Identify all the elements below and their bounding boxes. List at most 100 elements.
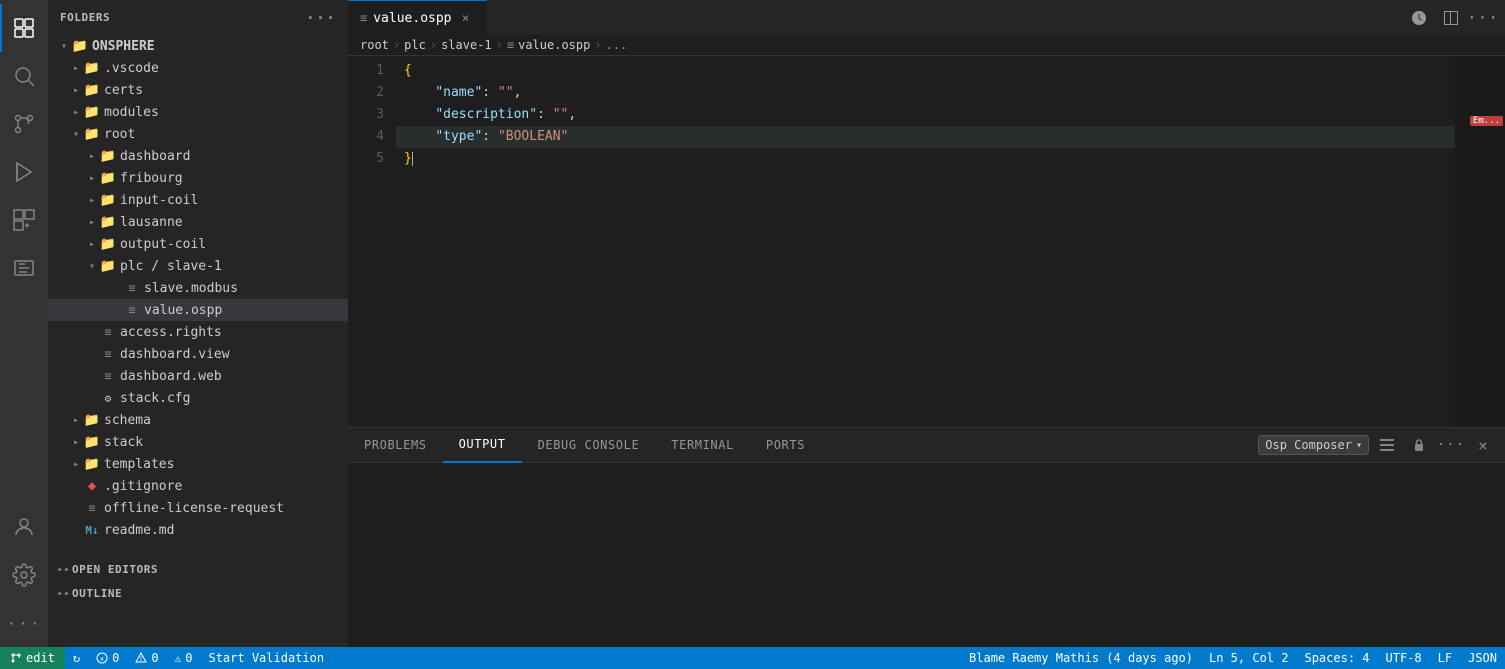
status-encoding[interactable]: UTF-8 — [1378, 647, 1430, 669]
sidebar-item-gitignore[interactable]: ◆ .gitignore — [48, 475, 348, 497]
sidebar-item-vscode[interactable]: 📁 .vscode — [48, 57, 348, 79]
status-errors[interactable]: ✕ 0 — [88, 647, 127, 669]
sidebar-item-dashboard[interactable]: 📁 dashboard — [48, 145, 348, 167]
sidebar-more-icon[interactable]: ··· — [305, 8, 336, 27]
sidebar-item-label-output-coil: output-coil — [120, 237, 206, 252]
code-line-4: "type": "BOOLEAN" — [396, 126, 1455, 148]
sidebar-item-schema[interactable]: 📁 schema — [48, 409, 348, 431]
tree-arrow-lausanne — [84, 214, 100, 230]
activity-bar-extensions[interactable] — [0, 196, 48, 244]
sidebar-section-open-editors[interactable]: ▸ OPEN EDITORS — [48, 557, 348, 581]
tree-arrow-plc-slave1 — [84, 258, 100, 274]
activity-bar-osp[interactable] — [0, 244, 48, 292]
no-problems-icon: ⚠ — [175, 652, 182, 665]
sidebar-item-slave-modbus[interactable]: ≡ slave.modbus — [48, 277, 348, 299]
tree-arrow-templates — [68, 456, 84, 472]
line-numbers: 1 2 3 4 5 — [348, 56, 396, 427]
status-start-validation[interactable]: Start Validation — [200, 647, 332, 669]
status-sync[interactable]: ↻ — [65, 647, 88, 669]
status-right: Blame Raemy Mathis (4 days ago) Ln 5, Co… — [961, 647, 1505, 669]
tree-arrow-access-rights — [84, 324, 100, 340]
folder-icon-vscode: 📁 — [84, 60, 100, 76]
panel-close-icon[interactable]: × — [1469, 431, 1497, 459]
status-position[interactable]: Ln 5, Col 2 — [1201, 647, 1296, 669]
tab-history-icon[interactable] — [1405, 4, 1433, 32]
editor-area: ≡ value.ospp × — [348, 0, 1505, 647]
sidebar-item-label-onsphere: ONSPHERE — [92, 39, 155, 54]
git-branch-icon — [10, 652, 22, 664]
sidebar-item-readme[interactable]: M↓ readme.md — [48, 519, 348, 541]
sidebar-item-templates[interactable]: 📁 templates — [48, 453, 348, 475]
file-icon-dashboard-web: ≡ — [100, 368, 116, 384]
breadcrumb-plc[interactable]: plc — [404, 38, 426, 52]
sidebar-item-value-ospp[interactable]: ≡ value.ospp — [48, 299, 348, 321]
panel-tab-terminal[interactable]: TERMINAL — [655, 428, 750, 463]
sidebar-item-input-coil[interactable]: 📁 input-coil — [48, 189, 348, 211]
editor-content[interactable]: 1 2 3 4 5 { "name": "", "description": "… — [348, 56, 1505, 427]
dropdown-arrow-icon: ▾ — [1356, 440, 1362, 451]
sidebar-tree: 📁 ONSPHERE 📁 .vscode 📁 certs — [48, 35, 348, 647]
tree-arrow-schema — [68, 412, 84, 428]
sidebar-item-offline-license[interactable]: ≡ offline-license-request — [48, 497, 348, 519]
activity-bar-settings[interactable] — [0, 551, 48, 599]
panel-tab-ports[interactable]: PORTS — [750, 428, 821, 463]
tab-value-ospp[interactable]: ≡ value.ospp × — [348, 0, 487, 35]
activity-bar-explorer[interactable] — [0, 4, 48, 52]
file-icon-stack-cfg: ⚙ — [100, 390, 116, 406]
error-icon: ✕ — [96, 652, 108, 664]
activity-bar-account[interactable] — [0, 503, 48, 551]
status-blame[interactable]: Blame Raemy Mathis (4 days ago) — [961, 647, 1201, 669]
tab-split-icon[interactable] — [1437, 4, 1465, 32]
panel-list-icon[interactable] — [1373, 431, 1401, 459]
activity-bar-search[interactable] — [0, 52, 48, 100]
sidebar-item-access-rights[interactable]: ≡ access.rights — [48, 321, 348, 343]
sidebar-section-outline[interactable]: ▸ OUTLINE — [48, 581, 348, 605]
sidebar-item-dashboard-view[interactable]: ≡ dashboard.view — [48, 343, 348, 365]
status-language[interactable]: JSON — [1460, 647, 1505, 669]
sidebar-item-modules[interactable]: 📁 modules — [48, 101, 348, 123]
sidebar-item-stack[interactable]: 📁 stack — [48, 431, 348, 453]
code-editor[interactable]: { "name": "", "description": "", "type":… — [396, 56, 1455, 427]
panel-lock-icon[interactable] — [1405, 431, 1433, 459]
sidebar-item-dashboard-web[interactable]: ≡ dashboard.web — [48, 365, 348, 387]
tab-file-icon: ≡ — [360, 11, 367, 25]
activity-bar-scm[interactable] — [0, 100, 48, 148]
status-line-ending[interactable]: LF — [1430, 647, 1460, 669]
panel-more-icon[interactable]: ··· — [1437, 431, 1465, 459]
activity-bar-more[interactable]: ··· — [0, 599, 48, 647]
activity-bar-run[interactable] — [0, 148, 48, 196]
status-spaces[interactable]: Spaces: 4 — [1296, 647, 1377, 669]
breadcrumb-filename[interactable]: value.ospp — [518, 38, 590, 52]
panel-tab-debug-console[interactable]: DEBUG CONSOLE — [522, 428, 656, 463]
output-channel-dropdown[interactable]: Osp Composer ▾ — [1258, 435, 1369, 455]
sidebar-item-output-coil[interactable]: 📁 output-coil — [48, 233, 348, 255]
sidebar-item-certs[interactable]: 📁 certs — [48, 79, 348, 101]
code-line-1: { — [396, 60, 1455, 82]
panel-tab-problems[interactable]: PROBLEMS — [348, 428, 443, 463]
panel-tab-output[interactable]: OUTPUT — [443, 428, 522, 463]
tab-more-icon[interactable]: ··· — [1469, 4, 1497, 32]
status-git-branch[interactable]: edit — [0, 647, 65, 669]
warning-icon: ! — [135, 652, 147, 664]
breadcrumb-ellipsis[interactable]: ... — [606, 38, 628, 52]
breadcrumb-root[interactable]: root — [360, 38, 389, 52]
code-line-2: "name": "", — [396, 82, 1455, 104]
sidebar-item-root[interactable]: 📁 root — [48, 123, 348, 145]
sidebar-item-label-input-coil: input-coil — [120, 193, 198, 208]
tree-arrow-output-coil — [84, 236, 100, 252]
folder-icon-modules: 📁 — [84, 104, 100, 120]
sidebar-item-fribourg[interactable]: 📁 fribourg — [48, 167, 348, 189]
status-warnings[interactable]: ! 0 — [127, 647, 166, 669]
sidebar-item-onsphere[interactable]: 📁 ONSPHERE — [48, 35, 348, 57]
sidebar-item-plc-slave1[interactable]: 📁 plc / slave-1 — [48, 255, 348, 277]
status-no-problems[interactable]: ⚠ 0 — [167, 647, 201, 669]
file-icon-slave-modbus: ≡ — [124, 280, 140, 296]
svg-text:✕: ✕ — [100, 655, 104, 663]
sidebar-item-stack-cfg[interactable]: ⚙ stack.cfg — [48, 387, 348, 409]
tree-arrow-value-ospp — [108, 302, 124, 318]
file-icon-access-rights: ≡ — [100, 324, 116, 340]
sidebar-item-lausanne[interactable]: 📁 lausanne — [48, 211, 348, 233]
breadcrumb-slave1[interactable]: slave-1 — [441, 38, 492, 52]
tab-close-button[interactable]: × — [458, 10, 474, 26]
folder-icon-plc-slave1: 📁 — [100, 258, 116, 274]
